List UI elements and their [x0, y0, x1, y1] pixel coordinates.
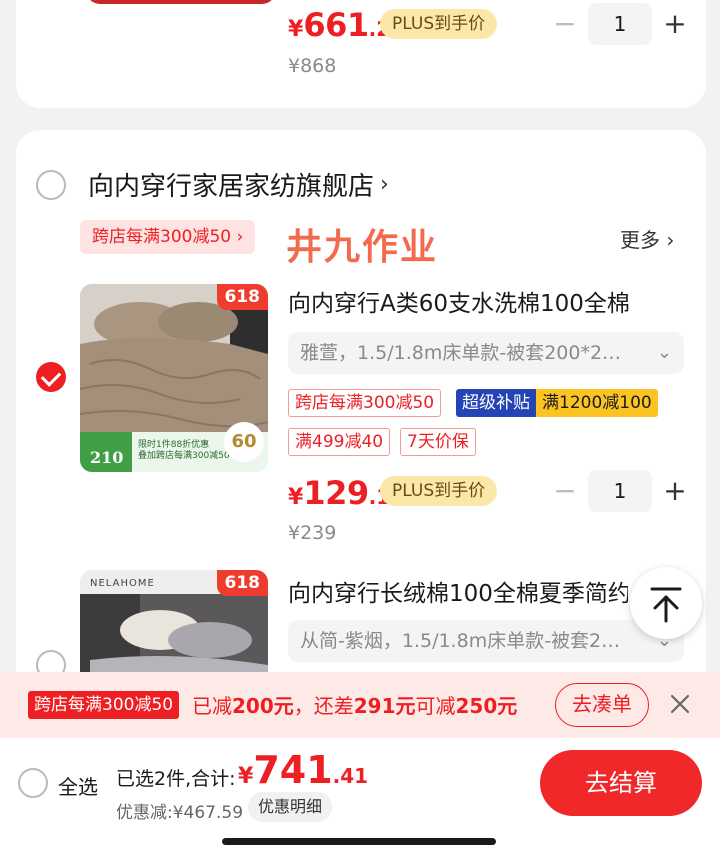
decrease-button[interactable]: − [546, 4, 584, 44]
thumb-promo-text: 限时1件88折优惠 叠加跨店每满300减50 [138, 440, 230, 461]
quantity-value[interactable]: 1 [588, 3, 652, 45]
arrow-up-icon [650, 587, 682, 623]
select-all-radio[interactable] [18, 768, 48, 798]
store-name[interactable]: 向内穿行家居家纺旗舰店 › [88, 166, 389, 203]
sku-selector[interactable]: 雅萱，1.5/1.8m床单款-被套200*2… ⌄ [288, 332, 684, 374]
quantity-stepper: − 1 + [546, 3, 694, 45]
sku-selector[interactable]: 从简-紫烟，1.5/1.8m床单款-被套2… ⌄ [288, 620, 684, 662]
chevron-down-icon: ⌄ [656, 342, 672, 363]
discount-amount: 优惠减:¥467.59 [116, 803, 244, 823]
product-image[interactable]: 618 210 限时1件88折优惠 叠加跨店每满300减50 60 [80, 284, 268, 472]
price-protect-tag: 7天价保 [400, 428, 476, 456]
add-more-button[interactable]: 去凑单 [555, 683, 649, 727]
item-price: ¥ 129 .1 [288, 474, 391, 512]
brand-label: NELAHOME [90, 578, 155, 589]
product-title[interactable]: 向内穿行A类60支水洗棉100全棉 [288, 284, 688, 318]
selected-count: 已选2件,合计: [116, 768, 236, 790]
original-price: ¥239 [288, 522, 337, 544]
promo-tag: 满499减40 [288, 428, 391, 456]
promo-message: 已减200元，还差291元可减250元 [192, 694, 518, 718]
prev-item-image[interactable] [86, 0, 276, 4]
store-select-radio[interactable] [36, 170, 66, 200]
item-select-radio[interactable] [36, 362, 66, 392]
home-indicator [222, 838, 496, 845]
promo-label: 跨店每满300减50 [28, 691, 180, 719]
decrease-button[interactable]: − [546, 471, 584, 511]
total-price: ¥ 741 .41 [238, 748, 369, 792]
back-to-top-button[interactable] [630, 567, 702, 639]
promo-618-badge: 618 [216, 570, 268, 596]
subsidy-tag: 超级补贴 满1200减100 [456, 389, 658, 417]
promo-618-badge: 618 [216, 284, 268, 310]
plus-price-badge: PLUS到手价 [380, 476, 498, 506]
increase-button[interactable]: + [656, 471, 694, 511]
store-promo-pill[interactable]: 跨店每满300减50 › [80, 220, 256, 254]
product-title[interactable]: 向内穿行长绒棉100全棉夏季简约 [288, 574, 628, 608]
close-icon[interactable] [668, 692, 692, 716]
checkout-bar: 全选 已选2件,合计: ¥ 741 .41 优惠减:¥467.59 优惠明细 去… [0, 738, 720, 856]
discount-detail-button[interactable]: 优惠明细 [248, 792, 333, 822]
cross-store-promo-bar: 跨店每满300减50 已减200元，还差291元可减250元 去凑单 [0, 672, 720, 738]
chevron-right-icon: › [380, 172, 389, 197]
original-price: ¥868 [288, 55, 337, 77]
prev-item-card: ¥ 661 .2 PLUS到手价 ¥868 − 1 + [16, 0, 706, 108]
thumb-60-badge: 60 [224, 422, 264, 462]
checkout-button[interactable]: 去结算 [540, 750, 702, 816]
increase-button[interactable]: + [656, 4, 694, 44]
more-button[interactable]: 更多 › [620, 224, 674, 253]
promo-tag: 跨店每满300减50 [288, 389, 442, 417]
plus-price-badge: PLUS到手价 [380, 9, 498, 39]
quantity-stepper: − 1 + [546, 470, 694, 512]
quantity-value[interactable]: 1 [588, 470, 652, 512]
watermark-text: 井九作业 [286, 227, 439, 268]
select-all-label[interactable]: 全选 [58, 771, 98, 800]
thumb-price-label: 210 [90, 448, 124, 467]
prev-item-price: ¥ 661 .2 [288, 6, 391, 44]
